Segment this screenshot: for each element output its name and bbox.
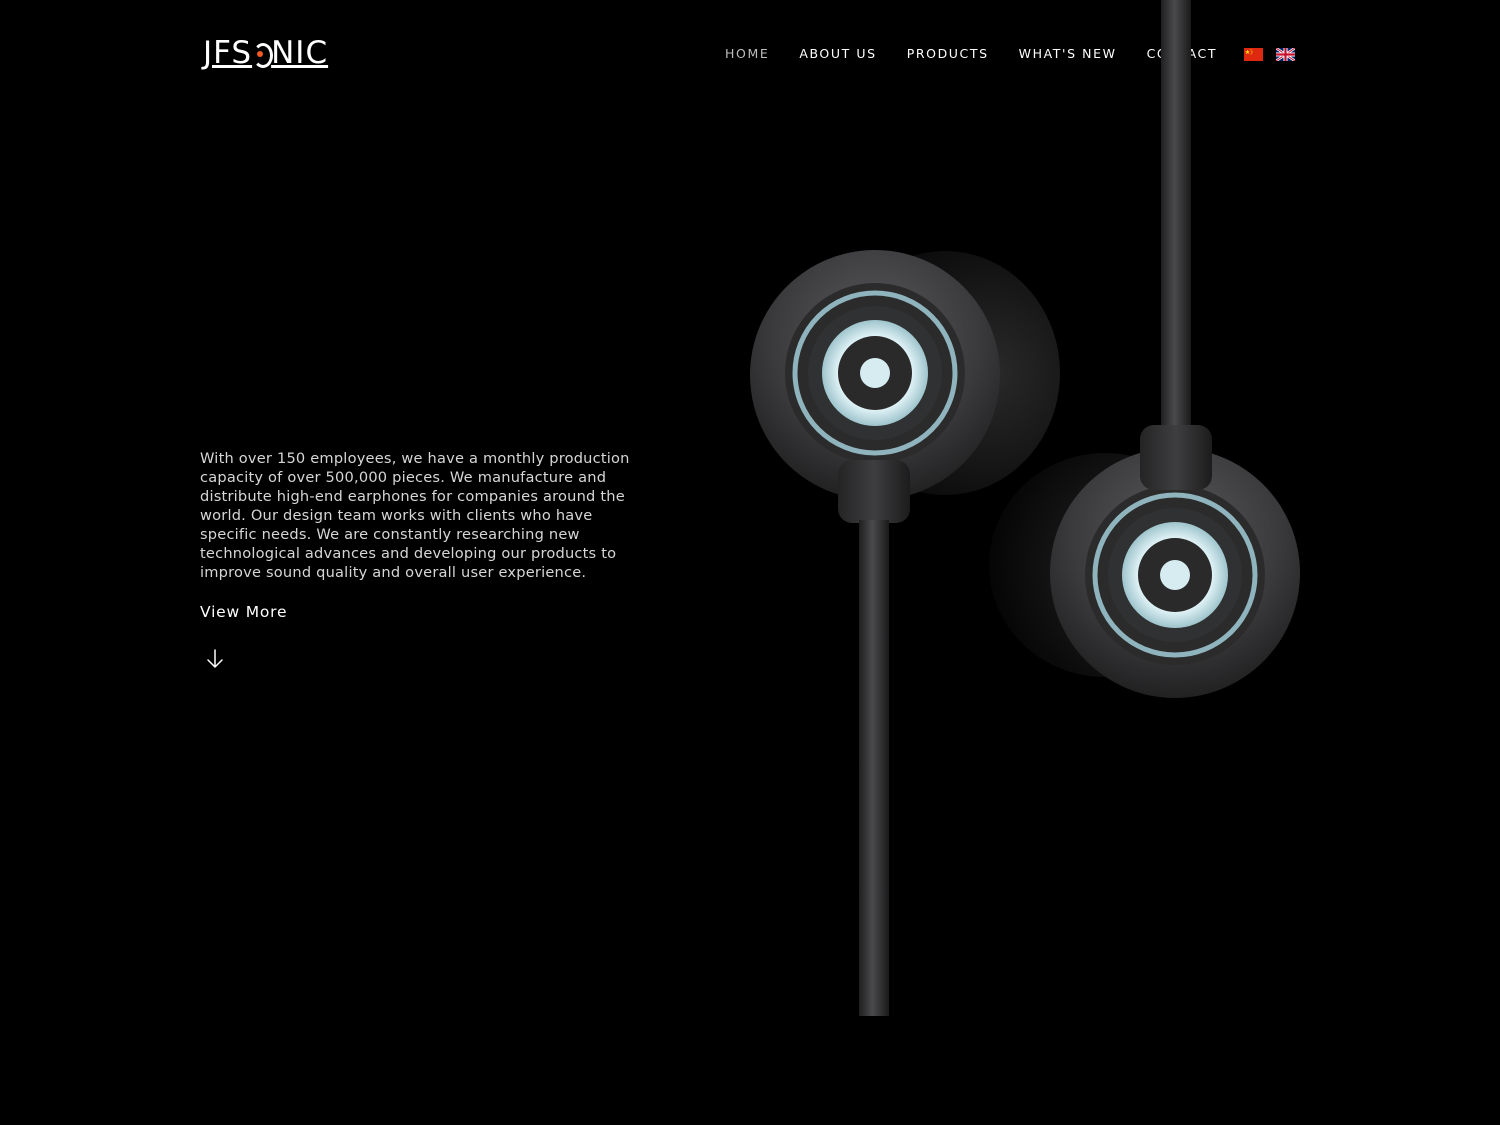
arrow-down-icon[interactable]	[205, 648, 225, 670]
earphones-product-image	[740, 0, 1320, 1020]
logo-prefix: JFS	[203, 34, 253, 71]
jfsonic-logo[interactable]: JFS NIC	[203, 36, 328, 70]
hero-description: With over 150 employees, we have a month…	[200, 450, 630, 581]
logo-o-mark-icon	[253, 41, 274, 68]
logo-suffix: NIC	[271, 34, 329, 71]
view-more-link[interactable]: View More	[200, 603, 287, 621]
